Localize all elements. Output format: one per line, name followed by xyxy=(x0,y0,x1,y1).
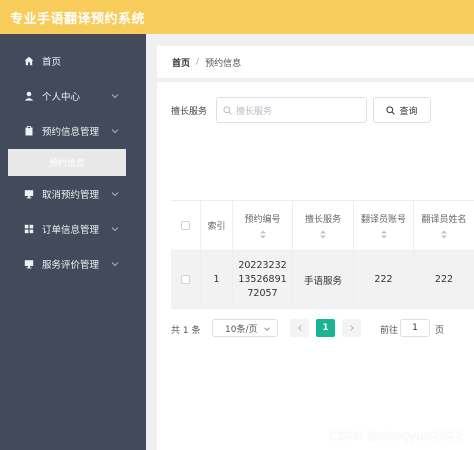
table-header: 索引 预约编号 擅长服务 翻译员账号 翻译员姓名 xyxy=(171,200,474,251)
sort-icon[interactable] xyxy=(259,230,267,239)
goto-page-input[interactable]: 1 xyxy=(400,319,430,337)
chevron-down-icon xyxy=(264,327,270,331)
watermark: CSDN @dongyun2022 xyxy=(328,429,462,443)
column-header-label: 擅长服务 xyxy=(304,215,341,225)
monitor-icon xyxy=(22,259,36,269)
row-select-cell xyxy=(171,251,201,308)
column-header-translator-account[interactable]: 翻译员账号 xyxy=(354,201,414,250)
cell-index: 1 xyxy=(201,251,233,308)
pagination-total: 共 1 条 xyxy=(171,326,201,336)
table-row[interactable]: 1 20223232 13526891 72057 手语服务 222 222 xyxy=(171,251,474,309)
sidebar-item-label: 订单信息管理 xyxy=(42,225,100,236)
cell-booking-no-line: 20223232 xyxy=(238,259,287,271)
content-panel: 擅长服务 擅长服务 查询 索引 预约编号 擅长服务 翻译员账号 翻译员姓名 1 … xyxy=(157,82,474,450)
next-page-button[interactable] xyxy=(342,319,361,337)
top-header-bar: 专业手语翻译预约系统 xyxy=(0,0,474,34)
sidebar-item-booking-management[interactable]: 预约信息管理 xyxy=(0,118,146,144)
sidebar-item-personal-center[interactable]: 个人中心 xyxy=(0,83,146,109)
chevron-down-icon xyxy=(111,262,119,267)
pagination: 共 1 条 10条/页 1 前往 1 页 xyxy=(171,318,474,338)
clipboard-icon xyxy=(22,126,36,136)
cell-service: 手语服务 xyxy=(293,251,354,308)
cell-booking-no-line: 72057 xyxy=(247,287,278,299)
cell-translator-name: 222 xyxy=(434,274,454,285)
search-icon xyxy=(223,105,232,115)
sidebar-subitem-label: 预约信息 xyxy=(48,159,85,169)
chevron-down-icon xyxy=(111,192,119,197)
prev-page-button[interactable] xyxy=(290,319,309,337)
search-label: 擅长服务 xyxy=(171,107,208,117)
column-header-label: 翻译员姓名 xyxy=(421,215,467,225)
cell-booking-no: 20223232 13526891 72057 xyxy=(233,251,293,308)
search-placeholder: 擅长服务 xyxy=(236,106,273,117)
page-size-select[interactable]: 10条/页 xyxy=(212,319,278,337)
sidebar-item-service-review-management[interactable]: 服务评价管理 xyxy=(0,251,146,277)
chevron-down-icon xyxy=(111,94,119,99)
breadcrumb-current: 预约信息 xyxy=(205,58,242,69)
grid-icon xyxy=(22,224,36,234)
monitor-icon xyxy=(22,189,36,199)
app-title: 专业手语翻译预约系统 xyxy=(10,11,146,27)
column-header-index: 索引 xyxy=(201,201,233,250)
sidebar-item-label: 预约信息管理 xyxy=(42,127,100,138)
sort-icon[interactable] xyxy=(440,230,448,239)
breadcrumb-separator: / xyxy=(196,57,200,67)
sort-icon[interactable] xyxy=(319,230,327,239)
page-size-value: 10条/页 xyxy=(225,324,258,335)
column-header-service[interactable]: 擅长服务 xyxy=(293,201,354,250)
breadcrumb: 首页 / 预约信息 xyxy=(157,46,474,78)
page-number-button[interactable]: 1 xyxy=(316,319,335,337)
sidebar-item-label: 首页 xyxy=(42,57,62,68)
goto-suffix: 页 xyxy=(435,326,445,336)
column-header-label: 翻译员账号 xyxy=(360,215,406,225)
query-button-label: 查询 xyxy=(399,106,418,117)
main-area: 首页 / 预约信息 擅长服务 擅长服务 查询 索引 预约编号 擅长服务 翻译员账… xyxy=(146,34,474,450)
chevron-right-icon xyxy=(349,325,354,331)
column-header-label: 预约编号 xyxy=(244,215,281,225)
column-header-label: 索引 xyxy=(207,222,226,232)
search-input[interactable]: 擅长服务 xyxy=(216,97,367,123)
chevron-down-icon xyxy=(111,227,119,232)
search-icon xyxy=(386,105,396,115)
cell-translator-account: 222 xyxy=(354,251,414,308)
column-header-booking-no[interactable]: 预约编号 xyxy=(233,201,293,250)
sidebar-item-order-management[interactable]: 订单信息管理 xyxy=(0,216,146,242)
home-icon xyxy=(22,56,36,66)
sidebar-item-cancel-booking-management[interactable]: 取消预约管理 xyxy=(0,181,146,207)
sidebar-item-label: 取消预约管理 xyxy=(42,190,100,201)
chevron-left-icon xyxy=(297,325,302,331)
sidebar-item-label: 个人中心 xyxy=(42,92,81,103)
query-button[interactable]: 查询 xyxy=(373,97,431,123)
cell-booking-no-line: 13526891 xyxy=(238,273,287,285)
user-icon xyxy=(22,91,36,101)
goto-label: 前往 xyxy=(380,326,399,336)
sidebar-item-home[interactable]: 首页 xyxy=(0,48,146,74)
sort-icon[interactable] xyxy=(380,230,388,239)
select-all-cell xyxy=(171,201,201,250)
chevron-down-icon xyxy=(111,129,119,134)
column-header-translator-name[interactable]: 翻译员姓名 xyxy=(414,201,474,250)
sidebar-subitem-booking-info[interactable]: 预约信息 xyxy=(8,149,126,176)
sidebar-item-label: 服务评价管理 xyxy=(42,260,100,271)
breadcrumb-home-link[interactable]: 首页 xyxy=(172,56,190,69)
sidebar: 首页 个人中心 预约信息管理 预约信息 取消预约管理 订单信息管理 服务评价管理 xyxy=(0,34,146,450)
select-all-checkbox[interactable] xyxy=(181,221,190,230)
row-checkbox[interactable] xyxy=(181,275,190,284)
